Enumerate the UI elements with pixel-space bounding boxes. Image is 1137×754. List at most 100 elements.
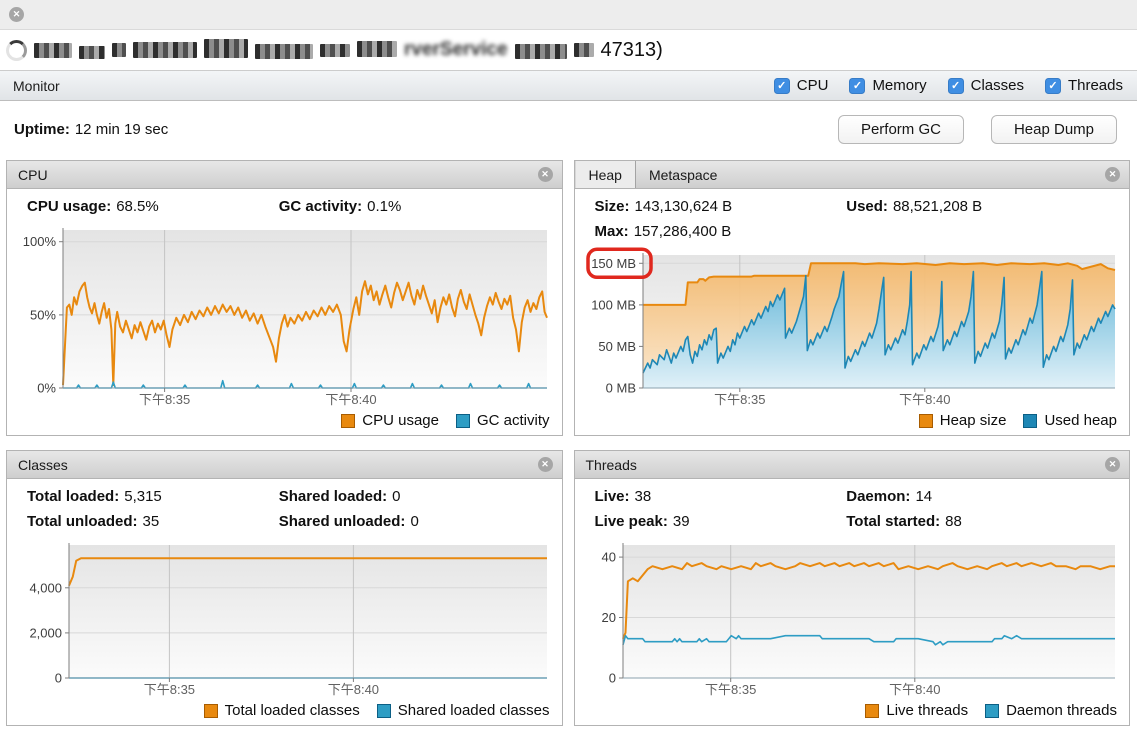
uptime-text: Uptime: 12 min 19 sec (14, 121, 168, 138)
legend-swatch-icon (985, 703, 1000, 718)
progress-spinner-icon (6, 39, 27, 61)
legend-item: GC activity (455, 412, 550, 429)
classes-chart: 0 2,000 4,000 下午8:35 下午8:40 (17, 536, 552, 698)
legend-item: Heap size (918, 412, 1006, 429)
threads-chart: 0 20 40 下午8:35 下午8:40 (585, 536, 1120, 698)
threads-stats: Live: 38 Daemon: 14 Live peak: 39 Total sta… (585, 482, 1120, 536)
window-tab-strip: ✕ (0, 0, 1137, 30)
perform-gc-button[interactable]: Perform GC (837, 114, 964, 144)
cpu-panel: CPU ✕ CPU usage: 68.5% GC activity: 0.1% 0… (6, 160, 563, 436)
heap-chart: 0 MB 50 MB 100 MB 150 MB 下午8:35 下午8:40 (585, 246, 1120, 408)
cpu-panel-close-icon[interactable]: ✕ (537, 167, 553, 182)
svg-text:下午8:40: 下午8:40 (889, 682, 940, 697)
cpu-panel-header: CPU ✕ (7, 161, 562, 189)
classes-chart-legend: Total loaded classes Shared loaded classe… (17, 698, 552, 723)
svg-text:0: 0 (55, 671, 62, 686)
svg-text:100%: 100% (23, 234, 57, 249)
classes-panel-header: Classes ✕ (7, 451, 562, 479)
threads-panel-close-icon[interactable]: ✕ (1105, 457, 1120, 472)
uptime-label: Uptime: (14, 120, 70, 138)
legend-swatch-icon (341, 413, 356, 428)
svg-text:2,000: 2,000 (29, 625, 62, 640)
threads-chart-legend: Live threads Daemon threads (585, 698, 1120, 723)
checkbox-checked-icon[interactable]: ✓ (947, 77, 964, 94)
svg-text:下午8:40: 下午8:40 (899, 392, 950, 407)
svg-text:下午8:40: 下午8:40 (325, 392, 376, 407)
svg-text:下午8:35: 下午8:35 (144, 682, 195, 697)
tab-close-icon[interactable]: ✕ (9, 7, 24, 22)
shared-unloaded-stat: Shared unloaded: 0 (278, 513, 419, 530)
redacted-title-block (255, 44, 313, 59)
svg-text:0: 0 (608, 671, 615, 686)
cpu-panel-title: CPU (18, 166, 48, 183)
svg-text:20: 20 (601, 610, 615, 625)
svg-text:下午8:35: 下午8:35 (139, 392, 190, 407)
checkbox-classes[interactable]: ✓ Classes (947, 77, 1024, 94)
svg-text:150 MB: 150 MB (591, 256, 636, 271)
redacted-title-block (112, 43, 126, 57)
heap-size-stat: Size: 143,130,624 B (594, 198, 733, 215)
heap-panel-close-icon[interactable]: ✕ (1105, 167, 1120, 182)
classes-panel-close-icon[interactable]: ✕ (537, 457, 553, 472)
monitor-checkboxes: ✓ CPU ✓ Memory ✓ Classes ✓ Threads (773, 77, 1123, 94)
total-loaded-stat: Total loaded: 5,315 (27, 488, 162, 505)
svg-text:下午8:40: 下午8:40 (328, 682, 379, 697)
legend-item: CPU usage (341, 412, 439, 429)
legend-swatch-icon (203, 703, 218, 718)
cpu-stats: CPU usage: 68.5% GC activity: 0.1% (17, 192, 552, 221)
threads-panel-title: Threads (585, 456, 637, 473)
daemon-threads-stat: Daemon: 14 (846, 488, 933, 505)
title-pid-suffix: 47313) (600, 38, 663, 61)
checkbox-checked-icon[interactable]: ✓ (773, 77, 790, 94)
legend-swatch-icon (865, 703, 880, 718)
heap-panel-header: Heap Metaspace ✕ (574, 161, 1129, 189)
classes-panel: Classes ✕ Total loaded: 5,315 Shared load… (6, 450, 563, 726)
heap-panel: Heap Metaspace ✕ Size: 143,130,624 B Used… (573, 160, 1130, 436)
checkbox-memory[interactable]: ✓ Memory (849, 77, 927, 94)
heap-dump-button[interactable]: Heap Dump (990, 114, 1117, 144)
classes-stats: Total loaded: 5,315 Shared loaded: 0 Total… (17, 482, 552, 536)
checkbox-cpu[interactable]: ✓ CPU (773, 77, 828, 94)
svg-text:下午8:35: 下午8:35 (705, 682, 756, 697)
legend-item: Shared loaded classes (376, 702, 550, 719)
shared-loaded-stat: Shared loaded: 0 (278, 488, 401, 505)
heap-used-stat: Used: 88,521,208 B (846, 198, 983, 215)
legend-swatch-icon (455, 413, 470, 428)
redacted-title-block (320, 43, 350, 57)
tab-metaspace[interactable]: Metaspace (636, 161, 730, 188)
blurred-title-fragment: rverService (404, 39, 508, 60)
classes-panel-title: Classes (18, 456, 68, 473)
legend-swatch-icon (918, 413, 933, 428)
tab-heap[interactable]: Heap (574, 161, 636, 188)
monitor-panels-grid: CPU ✕ CPU usage: 68.5% GC activity: 0.1% 0… (0, 157, 1137, 726)
total-unloaded-stat: Total unloaded: 35 (27, 513, 160, 530)
legend-swatch-icon (376, 703, 391, 718)
redacted-title-block (133, 42, 197, 58)
legend-item: Total loaded classes (203, 702, 360, 719)
svg-text:4,000: 4,000 (29, 580, 62, 595)
legend-item: Used heap (1023, 412, 1117, 429)
cpu-chart-legend: CPU usage GC activity (17, 408, 552, 433)
heap-max-stat: Max: 157,286,400 B (594, 223, 732, 240)
redacted-title-block (34, 42, 72, 58)
checkbox-checked-icon[interactable]: ✓ (1044, 77, 1061, 94)
checkbox-threads[interactable]: ✓ Threads (1044, 77, 1123, 94)
total-started-stat: Total started: 88 (846, 513, 962, 530)
redacted-title-block (204, 39, 248, 58)
svg-text:100 MB: 100 MB (591, 297, 636, 312)
cpu-chart: 0% 50% 100% 下午8:35 下午8:40 (17, 221, 552, 408)
live-threads-stat: Live: 38 (594, 488, 652, 505)
redacted-title-block (573, 43, 594, 57)
uptime-value: 12 min 19 sec (74, 120, 169, 138)
svg-text:0%: 0% (37, 381, 56, 396)
legend-item: Live threads (865, 702, 968, 719)
checkbox-checked-icon[interactable]: ✓ (849, 77, 866, 94)
svg-text:下午8:35: 下午8:35 (714, 392, 765, 407)
legend-swatch-icon (1023, 413, 1038, 428)
status-row: Uptime: 12 min 19 sec Perform GC Heap Dum… (0, 101, 1137, 157)
svg-text:50%: 50% (30, 307, 56, 322)
redacted-title-block (514, 44, 567, 59)
heap-stats: Size: 143,130,624 B Used: 88,521,208 B Max… (585, 192, 1120, 246)
redacted-title-block (357, 41, 397, 57)
monitor-label: Monitor (13, 77, 60, 94)
